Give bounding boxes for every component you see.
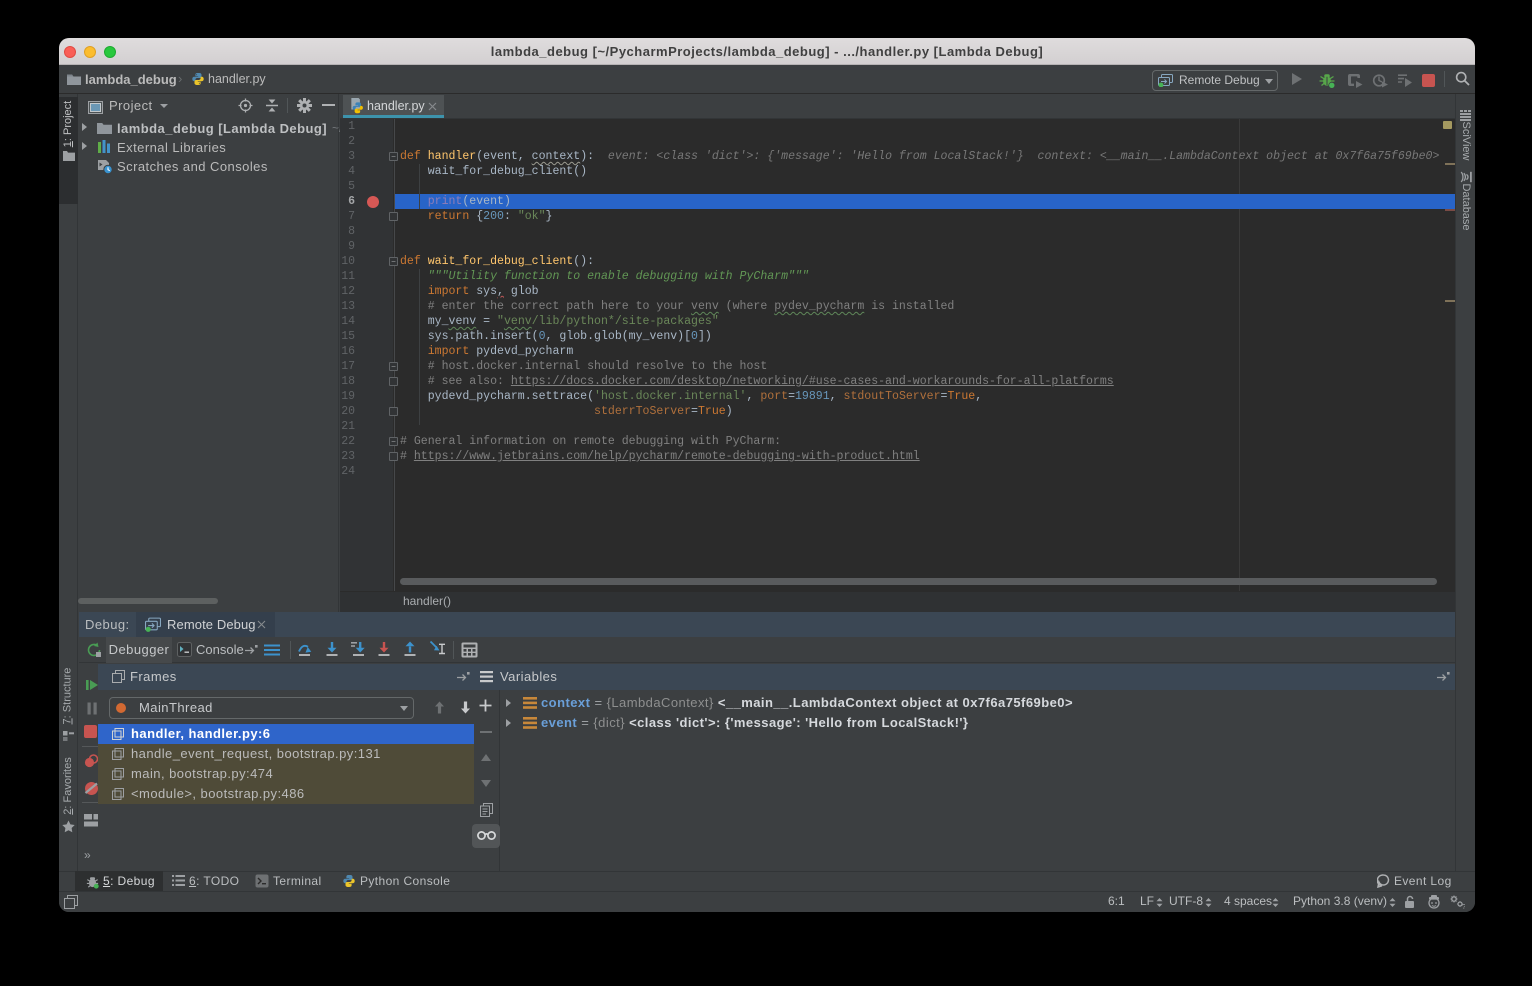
svg-text:?: ? (1462, 904, 1465, 909)
